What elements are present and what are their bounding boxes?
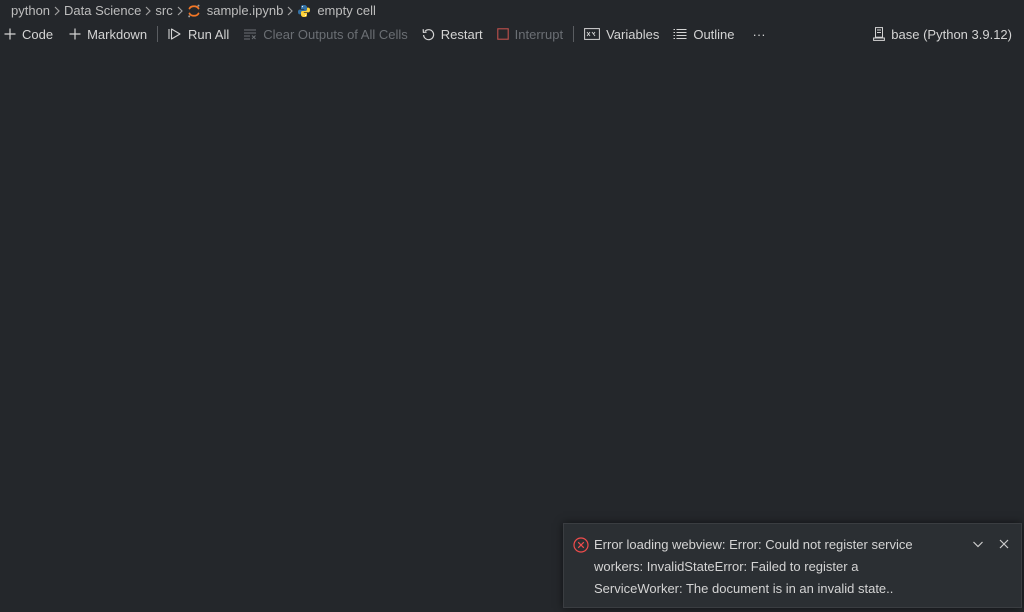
toolbar-separator	[573, 26, 575, 42]
add-code-cell-label: Code	[22, 26, 54, 42]
breadcrumb-label: Data Science	[64, 3, 142, 18]
toolbar-separator	[157, 26, 159, 42]
breadcrumb-separator-icon	[283, 6, 297, 16]
restart-icon	[422, 28, 435, 41]
interrupt-kernel-label: Interrupt	[514, 26, 564, 42]
stop-icon	[496, 28, 509, 40]
kernel-picker[interactable]: base (Python 3.9.12)	[873, 23, 1012, 45]
error-notification: Error loading webview: Error: Could not …	[563, 523, 1022, 608]
python-icon	[297, 4, 311, 18]
restart-kernel-button[interactable]: Restart	[418, 23, 487, 45]
close-icon[interactable]	[997, 537, 1011, 551]
breadcrumb-item-src[interactable]: src	[155, 3, 172, 18]
run-all-button[interactable]: Run All	[164, 23, 233, 45]
plus-icon	[4, 28, 16, 40]
add-markdown-cell-button[interactable]: Markdown	[65, 23, 151, 45]
variables-label: Variables	[606, 26, 660, 42]
outline-label: Outline	[693, 26, 735, 42]
breadcrumb-label: sample.ipynb	[206, 3, 284, 18]
plus-icon	[69, 28, 81, 40]
variables-icon	[584, 28, 600, 40]
breadcrumb-separator-icon	[50, 6, 64, 16]
run-all-label: Run All	[188, 26, 230, 42]
interrupt-kernel-button[interactable]: Interrupt	[493, 23, 567, 45]
run-all-icon	[168, 28, 182, 40]
breadcrumb-separator-icon	[141, 6, 155, 16]
list-icon	[673, 28, 687, 40]
more-actions-label: ···	[752, 26, 766, 42]
error-icon	[573, 537, 589, 556]
kernel-label: base (Python 3.9.12)	[891, 26, 1012, 42]
add-code-cell-button[interactable]: Code	[0, 23, 57, 45]
breadcrumb-item-data-science[interactable]: Data Science	[64, 3, 141, 18]
outline-button[interactable]: Outline	[669, 23, 738, 45]
clear-outputs-label: Clear Outputs of All Cells	[263, 26, 408, 42]
notebook-toolbar: Code Markdown Run All Clear Outputs of A…	[0, 23, 1024, 45]
breadcrumb-separator-icon	[173, 6, 187, 16]
breadcrumb-label: python	[11, 3, 51, 18]
breadcrumb: python Data Science src sample.ipynb emp…	[0, 0, 1024, 21]
variables-button[interactable]: Variables	[580, 23, 663, 45]
breadcrumb-label: src	[155, 3, 173, 18]
server-environment-icon	[873, 27, 886, 41]
chevron-down-icon[interactable]	[971, 537, 985, 551]
clear-all-icon	[243, 28, 257, 40]
breadcrumb-item-notebook[interactable]: sample.ipynb	[187, 3, 284, 18]
jupyter-icon	[187, 4, 201, 18]
breadcrumb-label: empty cell	[317, 3, 376, 18]
notification-message: Error loading webview: Error: Could not …	[594, 537, 913, 596]
more-actions-button[interactable]: ···	[749, 23, 770, 45]
restart-kernel-label: Restart	[440, 26, 483, 42]
clear-outputs-button[interactable]: Clear Outputs of All Cells	[239, 23, 412, 45]
add-markdown-cell-label: Markdown	[87, 26, 148, 42]
breadcrumb-item-python[interactable]: python	[11, 3, 50, 18]
breadcrumb-item-cell[interactable]: empty cell	[297, 3, 376, 18]
